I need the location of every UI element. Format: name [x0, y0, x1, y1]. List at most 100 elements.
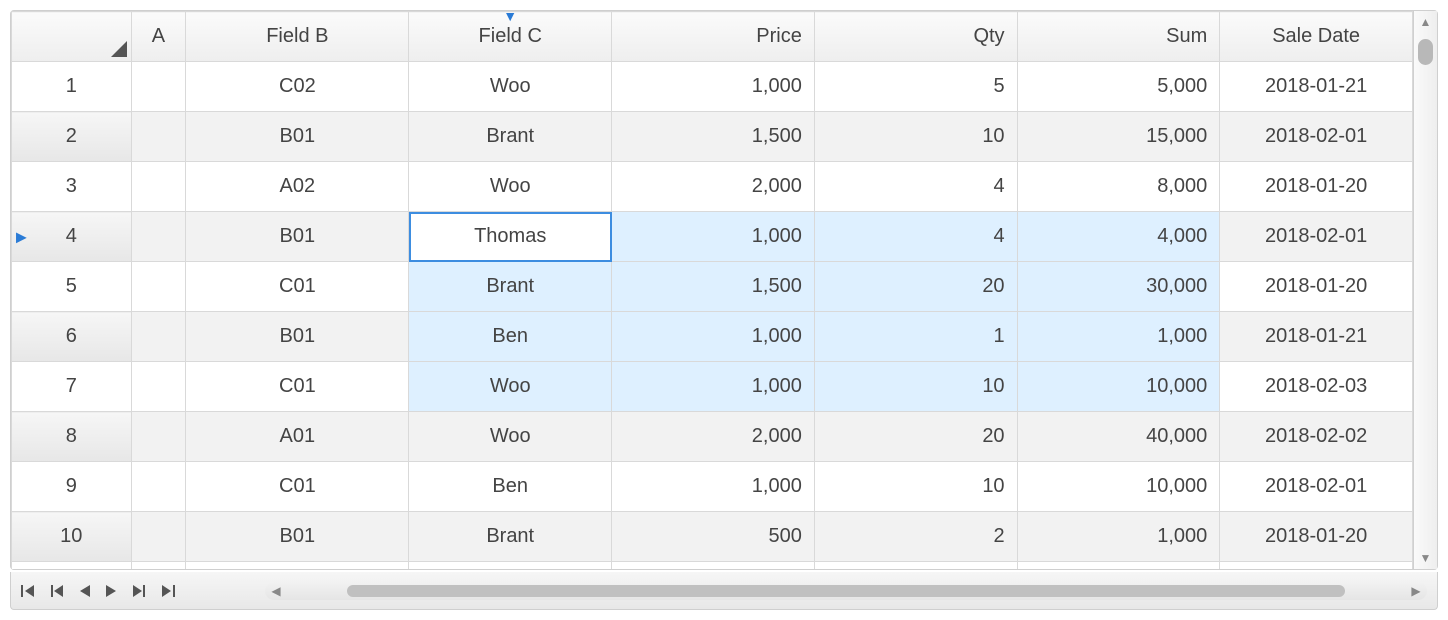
cell-price[interactable]: 1,500	[612, 112, 815, 162]
row-header[interactable]: ▶7	[12, 362, 132, 412]
horizontal-scroll-track[interactable]	[287, 585, 1405, 597]
cell-qty[interactable]: 20	[814, 262, 1017, 312]
row-header[interactable]: ▶9	[12, 462, 132, 512]
cell-field-b[interactable]: B01	[186, 312, 409, 362]
cell-sale-date[interactable]: 2018-01-21	[1220, 312, 1413, 362]
cell-sum[interactable]: 8,000	[1017, 162, 1220, 212]
cell-field-b[interactable]: A01	[186, 412, 409, 462]
cell-sum[interactable]: 10,000	[1017, 462, 1220, 512]
cell-a[interactable]	[131, 412, 186, 462]
cell-sale-date[interactable]: 2018-02-02	[1220, 562, 1413, 570]
cell-a[interactable]	[131, 262, 186, 312]
cell-qty[interactable]: 4	[814, 212, 1017, 262]
cell-field-b[interactable]: A01	[186, 562, 409, 570]
scroll-up-arrow-icon[interactable]: ▲	[1414, 11, 1437, 33]
cell-field-b[interactable]: C02	[186, 62, 409, 112]
column-header-qty[interactable]: Qty	[814, 12, 1017, 62]
cell-price[interactable]: 1,500	[612, 262, 815, 312]
cell-a[interactable]	[131, 112, 186, 162]
cell-field-b[interactable]: C01	[186, 262, 409, 312]
scroll-down-arrow-icon[interactable]: ▼	[1414, 547, 1437, 569]
cell-qty[interactable]: 2	[814, 512, 1017, 562]
cell-price[interactable]: 1,000	[612, 462, 815, 512]
column-header-field-c[interactable]: ▼ Field C	[409, 12, 612, 62]
nav-prev-icon[interactable]	[79, 584, 91, 598]
cell-price[interactable]: 1,000	[612, 312, 815, 362]
cell-qty[interactable]: 10	[814, 112, 1017, 162]
cell-a[interactable]	[131, 462, 186, 512]
cell-a[interactable]	[131, 362, 186, 412]
row-header[interactable]: ▶3	[12, 162, 132, 212]
vertical-scroll-thumb[interactable]	[1418, 39, 1433, 65]
cell-qty[interactable]: 4	[814, 162, 1017, 212]
horizontal-scrollbar[interactable]: ◀ ▶	[265, 582, 1427, 600]
cell-field-c[interactable]: Woo	[409, 562, 612, 570]
cell-field-c[interactable]: Woo	[409, 362, 612, 412]
column-header-field-b[interactable]: Field B	[186, 12, 409, 62]
horizontal-scroll-thumb[interactable]	[347, 585, 1345, 597]
cell-field-c[interactable]: Thomas	[409, 212, 612, 262]
cell-price[interactable]: 500	[612, 512, 815, 562]
cell-price[interactable]: 2,000	[612, 162, 815, 212]
cell-a[interactable]	[131, 62, 186, 112]
scroll-right-arrow-icon[interactable]: ▶	[1405, 584, 1427, 598]
nav-next-icon[interactable]	[105, 584, 117, 598]
row-header[interactable]: ▶5	[12, 262, 132, 312]
cell-sum[interactable]: 15,000	[1017, 112, 1220, 162]
cell-qty[interactable]: 2	[814, 562, 1017, 570]
cell-sum[interactable]: 1,000	[1017, 512, 1220, 562]
cell-field-b[interactable]: C01	[186, 362, 409, 412]
cell-qty[interactable]: 10	[814, 462, 1017, 512]
cell-qty[interactable]: 10	[814, 362, 1017, 412]
cell-price[interactable]: 1,000	[612, 212, 815, 262]
cell-sale-date[interactable]: 2018-01-21	[1220, 62, 1413, 112]
row-header[interactable]: ▶11	[12, 562, 132, 570]
cell-sale-date[interactable]: 2018-02-01	[1220, 212, 1413, 262]
scroll-left-arrow-icon[interactable]: ◀	[265, 584, 287, 598]
cell-field-c[interactable]: Brant	[409, 112, 612, 162]
cell-price[interactable]: 1,000	[612, 62, 815, 112]
row-header[interactable]: ▶4	[12, 212, 132, 262]
cell-sale-date[interactable]: 2018-01-20	[1220, 262, 1413, 312]
cell-sum[interactable]: 4,000	[1017, 212, 1220, 262]
cell-sale-date[interactable]: 2018-01-20	[1220, 512, 1413, 562]
row-header[interactable]: ▶8	[12, 412, 132, 462]
cell-qty[interactable]: 20	[814, 412, 1017, 462]
cell-field-b[interactable]: B01	[186, 112, 409, 162]
cell-field-b[interactable]: A02	[186, 162, 409, 212]
row-header[interactable]: ▶10	[12, 512, 132, 562]
row-header[interactable]: ▶2	[12, 112, 132, 162]
cell-field-c[interactable]: Woo	[409, 62, 612, 112]
cell-a[interactable]	[131, 562, 186, 570]
cell-sum[interactable]: 10,000	[1017, 362, 1220, 412]
cell-field-c[interactable]: Brant	[409, 262, 612, 312]
cell-field-c[interactable]: Ben	[409, 462, 612, 512]
cell-sale-date[interactable]: 2018-02-03	[1220, 362, 1413, 412]
vertical-scrollbar[interactable]: ▲ ▼	[1413, 11, 1437, 569]
cell-sum[interactable]: 40,000	[1017, 412, 1220, 462]
column-header-sum[interactable]: Sum	[1017, 12, 1220, 62]
cell-field-b[interactable]: C01	[186, 462, 409, 512]
cell-sale-date[interactable]: 2018-01-20	[1220, 162, 1413, 212]
cell-qty[interactable]: 1	[814, 312, 1017, 362]
nav-next-page-icon[interactable]	[131, 584, 145, 598]
cell-sale-date[interactable]: 2018-02-01	[1220, 112, 1413, 162]
cell-field-c[interactable]: Woo	[409, 162, 612, 212]
row-header[interactable]: ▶6	[12, 312, 132, 362]
cell-a[interactable]	[131, 212, 186, 262]
cell-field-b[interactable]: B01	[186, 512, 409, 562]
cell-price[interactable]: 1,000	[612, 562, 815, 570]
cell-field-c[interactable]: Woo	[409, 412, 612, 462]
cell-sum[interactable]: 2,000	[1017, 562, 1220, 570]
nav-prev-page-icon[interactable]	[51, 584, 65, 598]
cell-qty[interactable]: 5	[814, 62, 1017, 112]
cell-a[interactable]	[131, 162, 186, 212]
column-header-price[interactable]: Price	[612, 12, 815, 62]
cell-field-c[interactable]: Ben	[409, 312, 612, 362]
column-header-sale-date[interactable]: Sale Date	[1220, 12, 1413, 62]
nav-last-icon[interactable]	[159, 584, 175, 598]
cell-a[interactable]	[131, 512, 186, 562]
column-header-a[interactable]: A	[131, 12, 186, 62]
cell-field-c[interactable]: Brant	[409, 512, 612, 562]
cell-a[interactable]	[131, 312, 186, 362]
